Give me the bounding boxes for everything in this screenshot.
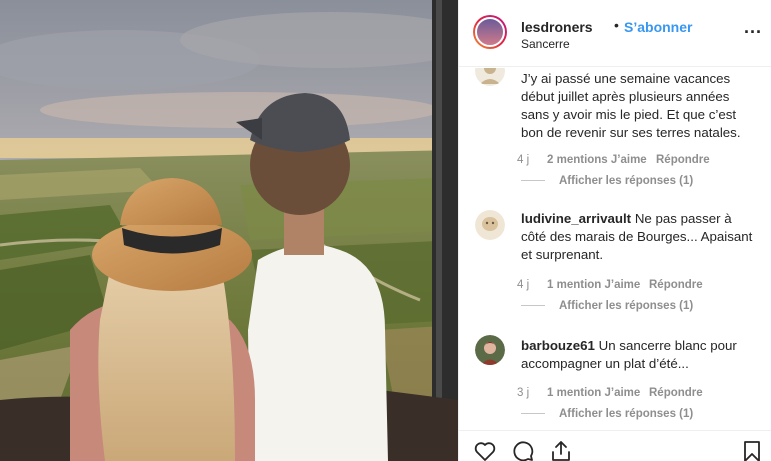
bookmark-icon[interactable] <box>740 439 764 461</box>
comment-time[interactable]: 3 j <box>517 387 529 399</box>
header-separator: • <box>614 17 619 33</box>
comment-author[interactable]: barbouze61 <box>521 338 595 353</box>
comment-text: barbouze61 Un sancerre blanc pour accomp… <box>521 338 737 371</box>
comment-likes[interactable]: 2 mentions J’aime <box>547 154 647 166</box>
comment-icon[interactable] <box>511 439 535 461</box>
more-options-icon[interactable]: ... <box>744 17 762 38</box>
couple-balloon-photo <box>0 0 458 461</box>
comment-text: J’y ai passé une semaine vacances début … <box>521 71 741 140</box>
post-actions-bar <box>459 430 771 461</box>
commenter-avatar[interactable] <box>475 68 505 86</box>
comment-likes[interactable]: 1 mention J’aime <box>547 387 640 399</box>
comment-author[interactable]: ludivine_arrivault <box>521 211 631 226</box>
reply-button[interactable]: Répondre <box>649 279 703 291</box>
comments-list[interactable]: J’y ai passé une semaine vacances début … <box>459 68 771 430</box>
author-username[interactable]: lesdroners <box>521 19 593 35</box>
commenter-avatar[interactable] <box>475 335 505 365</box>
follow-button[interactable]: S’abonner <box>624 19 692 35</box>
comment-text: ludivine_arrivault Ne pas passer à côté … <box>521 211 753 262</box>
comment-likes[interactable]: 1 mention J’aime <box>547 279 640 291</box>
view-replies-button[interactable]: Afficher les réponses (1) <box>521 175 693 187</box>
instagram-post-view: lesdroners • S’abonner Sancerre ... J’y … <box>0 0 771 461</box>
post-side-panel: lesdroners • S’abonner Sancerre ... J’y … <box>458 0 771 461</box>
reply-button[interactable]: Répondre <box>649 387 703 399</box>
post-header: lesdroners • S’abonner Sancerre ... <box>459 0 771 67</box>
view-replies-button[interactable]: Afficher les réponses (1) <box>521 300 693 312</box>
reply-button[interactable]: Répondre <box>656 154 710 166</box>
commenter-avatar[interactable] <box>475 210 505 240</box>
comment-time[interactable]: 4 j <box>517 279 529 291</box>
author-avatar[interactable] <box>473 15 507 49</box>
post-photo[interactable] <box>0 0 458 461</box>
comment-time[interactable]: 4 j <box>517 154 529 166</box>
view-replies-button[interactable]: Afficher les réponses (1) <box>521 408 693 420</box>
heart-icon[interactable] <box>473 439 497 461</box>
share-icon[interactable] <box>549 439 573 461</box>
post-location[interactable]: Sancerre <box>521 37 570 51</box>
